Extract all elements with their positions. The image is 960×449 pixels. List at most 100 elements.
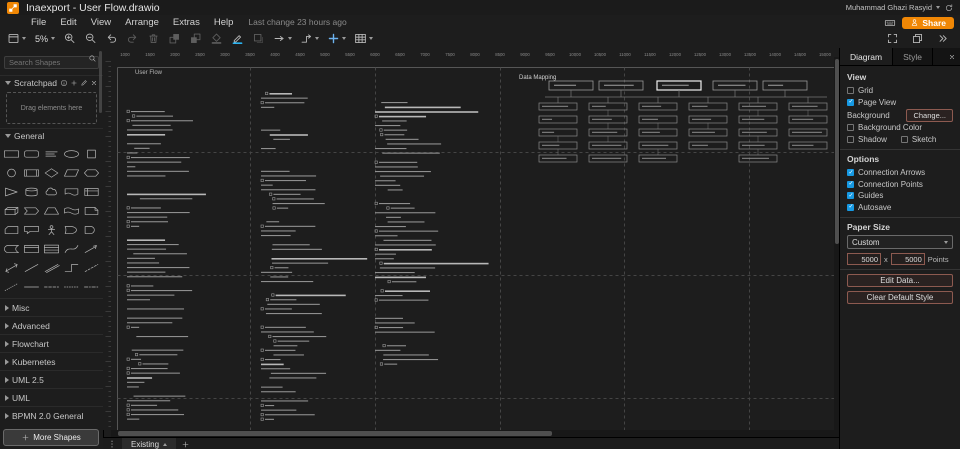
shape-square[interactable] [81, 144, 101, 163]
sidebar-section-misc[interactable]: Misc [0, 298, 103, 316]
to-front-icon[interactable] [165, 31, 184, 46]
shape-cube[interactable] [2, 201, 22, 220]
user-menu[interactable]: Muhammad Ghazi Rasyid [846, 3, 932, 12]
shape-callout[interactable] [22, 220, 42, 239]
sidebar-section-bpmn-2-0-general[interactable]: BPMN 2.0 General [0, 406, 103, 424]
more-shapes-button[interactable]: More Shapes [3, 429, 99, 446]
shape-actor[interactable] [42, 220, 62, 239]
shape-document[interactable] [61, 182, 81, 201]
clear-default-style-button[interactable]: Clear Default Style [847, 291, 953, 304]
shape-horizontal-dashed-line[interactable] [42, 277, 62, 296]
edit-data-button[interactable]: Edit Data... [847, 274, 953, 287]
menu-extras[interactable]: Extras [166, 17, 207, 28]
checkbox-connection-points[interactable]: Connection Points [847, 179, 953, 191]
menu-view[interactable]: View [84, 17, 118, 28]
checkbox-box[interactable] [847, 98, 854, 106]
shape-link-edge[interactable] [42, 258, 62, 277]
shape-line[interactable] [22, 258, 42, 277]
checkbox-box[interactable] [847, 180, 854, 188]
scratchpad-header[interactable]: Scratchpad [0, 75, 103, 89]
checkbox-shadow[interactable]: Shadow [847, 134, 887, 146]
checkbox-autosave[interactable]: Autosave [847, 202, 953, 214]
zoom-in-icon[interactable] [60, 31, 79, 46]
checkbox-box[interactable] [847, 87, 854, 95]
delete-icon[interactable] [144, 31, 163, 46]
sidebar-section-uml[interactable]: UML [0, 388, 103, 406]
sidebar-section-uml-2-5[interactable]: UML 2.5 [0, 370, 103, 388]
line-color-icon[interactable] [228, 31, 247, 46]
checkbox-grid[interactable]: Grid [847, 85, 953, 97]
shape-dashed-line[interactable] [81, 258, 101, 277]
checkbox-box[interactable] [900, 135, 908, 143]
sidebar-section-flowchart[interactable]: Flowchart [0, 334, 103, 352]
pages-menu-icon[interactable] [107, 439, 117, 449]
zoom-out-icon[interactable] [81, 31, 100, 46]
shape-rounded-rectangle[interactable] [22, 144, 42, 163]
share-button[interactable]: Share [902, 16, 954, 29]
shape-trapezoid[interactable] [42, 201, 62, 220]
shape-cloud[interactable] [42, 182, 62, 201]
to-back-icon[interactable] [186, 31, 205, 46]
shape-and[interactable] [81, 220, 101, 239]
add-scratchpad-icon[interactable] [70, 79, 78, 87]
checkbox-box[interactable] [847, 203, 854, 211]
sidebar-section-kubernetes[interactable]: Kubernetes [0, 352, 103, 370]
collapse-panel-icon[interactable] [933, 31, 952, 46]
menu-file[interactable]: File [24, 17, 53, 28]
change-background-button[interactable]: Change... [906, 108, 953, 122]
shape-bidirectional-arrow[interactable] [2, 258, 22, 277]
menu-edit[interactable]: Edit [53, 17, 83, 28]
close-panel-button[interactable] [948, 48, 960, 65]
insert-icon[interactable] [324, 31, 349, 46]
shape-triangle[interactable] [2, 182, 22, 201]
paper-width-input[interactable] [847, 253, 881, 265]
checkbox-box[interactable] [847, 169, 854, 177]
fill-color-icon[interactable] [207, 31, 226, 46]
shape-curve[interactable] [61, 239, 81, 258]
shape-list[interactable] [42, 239, 62, 258]
undo-icon[interactable] [102, 31, 121, 46]
sidebar-section-general[interactable]: General [0, 128, 103, 142]
keyboard-shortcuts-icon[interactable] [884, 17, 896, 29]
close-scratchpad-icon[interactable] [90, 79, 98, 87]
shape-circle[interactable] [2, 163, 22, 182]
shape-elbow-edge[interactable] [61, 258, 81, 277]
menu-arrange[interactable]: Arrange [118, 17, 166, 28]
tab-style[interactable]: Style [893, 48, 934, 65]
shape-process[interactable] [22, 163, 42, 182]
shape-or[interactable] [61, 220, 81, 239]
shape-diamond[interactable] [42, 163, 62, 182]
shadow-icon[interactable] [249, 31, 268, 46]
paper-height-input[interactable] [890, 253, 925, 265]
checkbox-box[interactable] [847, 124, 854, 132]
checkbox-connection-arrows[interactable]: Connection Arrows [847, 167, 953, 179]
canvas-horizontal-scrollbar[interactable] [111, 430, 840, 437]
shape-horizontal-line[interactable] [22, 277, 42, 296]
tab-diagram[interactable]: Diagram [840, 48, 894, 65]
help-icon[interactable] [60, 79, 68, 87]
shape-text[interactable] [42, 144, 62, 163]
shape-arrow[interactable] [81, 239, 101, 258]
shape-horizontal-dash-dot-line[interactable] [81, 277, 101, 296]
user-menu-caret-icon[interactable] [936, 6, 940, 9]
scrollbar-thumb[interactable] [118, 431, 552, 436]
paper-size-select[interactable]: Custom [847, 235, 953, 249]
shape-data-storage[interactable] [2, 239, 22, 258]
shape-container[interactable] [22, 239, 42, 258]
checkbox-box[interactable] [847, 135, 854, 143]
shape-rectangle[interactable] [2, 144, 22, 163]
zoom-display[interactable]: 5% [31, 31, 58, 46]
checkbox-guides[interactable]: Guides [847, 190, 953, 202]
sidebar-section-advanced[interactable]: Advanced [0, 316, 103, 334]
shape-step[interactable] [22, 201, 42, 220]
page-tab-existing[interactable]: Existing [122, 438, 177, 449]
menu-help[interactable]: Help [207, 17, 241, 28]
arrow-style-icon[interactable] [270, 31, 295, 46]
shape-note[interactable] [81, 201, 101, 220]
sync-icon[interactable] [944, 3, 954, 13]
checkbox-box[interactable] [847, 192, 854, 200]
shape-parallelogram[interactable] [61, 163, 81, 182]
checkbox-page-view[interactable]: Page View [847, 97, 953, 109]
checkbox-background-color[interactable]: Background Color [847, 122, 953, 134]
diagram-canvas[interactable]: User Flow Data Mapping [111, 57, 840, 430]
